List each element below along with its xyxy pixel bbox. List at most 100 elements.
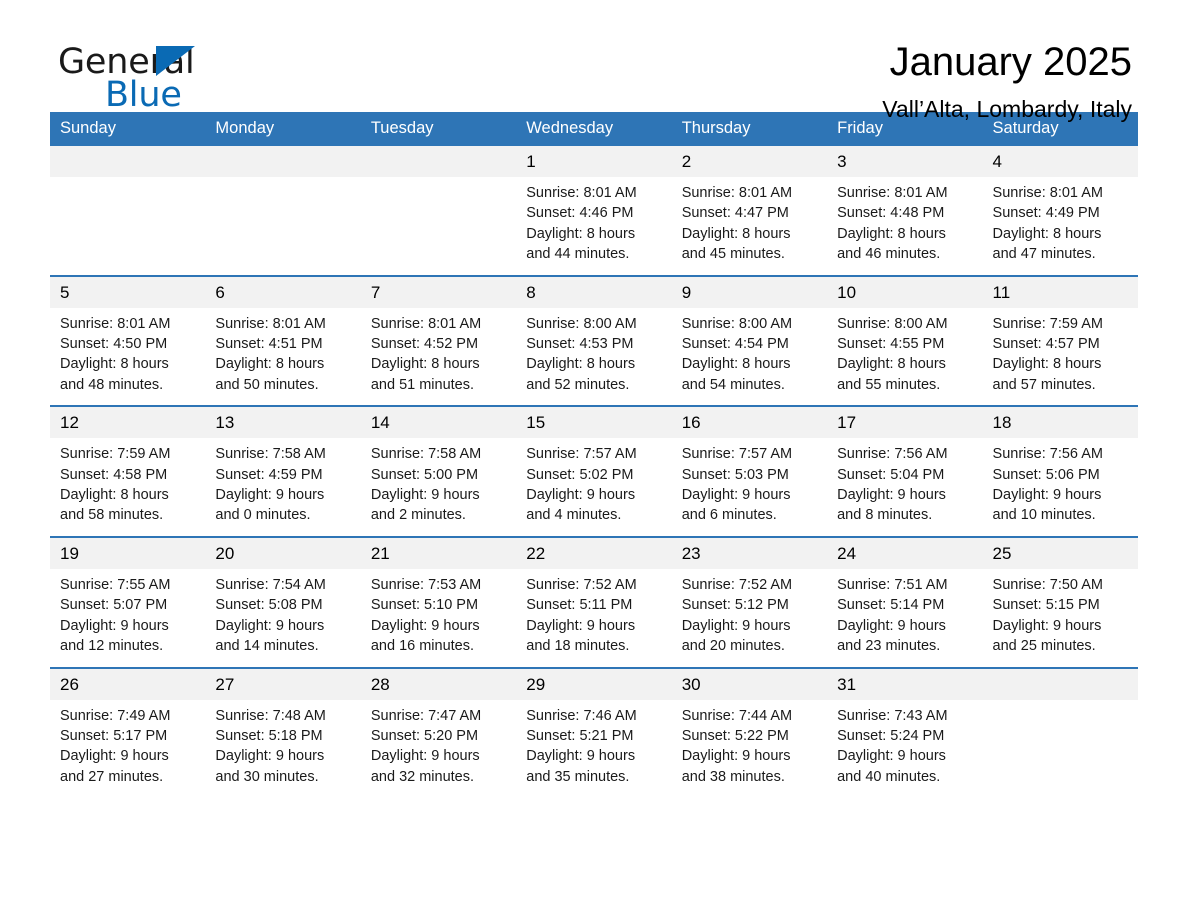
sunrise-text: Sunrise: 7:55 AM	[60, 576, 171, 593]
calendar-body: 1 Sunrise: 8:01 AM Sunset: 4:46 PM Daylight…	[50, 146, 1138, 798]
daylight-text-line2: and 12 minutes.	[60, 638, 164, 655]
calendar-page: General Blue January 2025 Vall’Alta, Lom…	[0, 0, 1188, 918]
calendar-day-cell[interactable]: 3 Sunrise: 8:01 AM Sunset: 4:48 PM Daylight…	[827, 146, 983, 276]
calendar-day-cell[interactable]: 14 Sunrise: 7:58 AM Sunset: 5:00 PM Dayligh…	[360, 405, 517, 537]
day-details: Sunrise: 7:47 AM Sunset: 5:20 PM Daylight:…	[361, 700, 516, 798]
day-details: Sunrise: 7:50 AM Sunset: 5:15 PM Daylight:…	[983, 569, 1138, 667]
logo-triangle-icon	[156, 46, 195, 76]
daylight-text-line2: and 14 minutes.	[215, 638, 319, 655]
day-number	[982, 668, 1138, 700]
day-details: Sunrise: 8:01 AM Sunset: 4:50 PM Daylight:…	[50, 308, 205, 406]
calendar-day-cell[interactable]: 18 Sunrise: 7:56 AM Sunset: 5:06 PM Dayligh…	[982, 405, 1138, 537]
calendar-day-cell[interactable]: 9 Sunrise: 8:00 AM Sunset: 4:54 PM Daylight…	[671, 274, 828, 407]
daylight-text-line1: Daylight: 8 hours	[992, 225, 1102, 242]
calendar-day-cell[interactable]: 7 Sunrise: 8:01 AM Sunset: 4:52 PM Daylight…	[360, 274, 517, 407]
day-number: 3	[827, 146, 983, 177]
day-cell-inner: 27 Sunrise: 7:48 AM Sunset: 5:18 PM Dayligh…	[205, 668, 361, 798]
daylight-text-line2: and 44 minutes.	[526, 246, 630, 263]
calendar-day-cell[interactable]: 26 Sunrise: 7:49 AM Sunset: 5:17 PM Dayligh…	[50, 666, 206, 798]
calendar-day-cell[interactable]: 30 Sunrise: 7:44 AM Sunset: 5:22 PM Dayligh…	[671, 666, 828, 798]
day-cell-inner	[50, 146, 206, 254]
sunrise-text: Sunrise: 7:56 AM	[992, 446, 1103, 463]
calendar-day-cell[interactable]: 8 Sunrise: 8:00 AM Sunset: 4:53 PM Daylight…	[516, 274, 672, 407]
calendar-day-cell[interactable]: 20 Sunrise: 7:54 AM Sunset: 5:08 PM Dayligh…	[205, 535, 361, 668]
sunrise-text: Sunrise: 7:57 AM	[681, 446, 793, 463]
day-number: 18	[982, 407, 1138, 439]
day-number	[50, 146, 206, 177]
calendar-day-cell[interactable]: 21 Sunrise: 7:53 AM Sunset: 5:10 PM Dayligh…	[360, 535, 517, 668]
calendar-day-cell-empty	[982, 666, 1138, 798]
sunset-text: Sunset: 5:22 PM	[681, 727, 789, 744]
calendar-day-cell[interactable]: 1 Sunrise: 8:01 AM Sunset: 4:46 PM Daylight…	[516, 146, 672, 276]
sunrise-text: Sunrise: 7:58 AM	[370, 446, 482, 463]
calendar-day-cell[interactable]: 2 Sunrise: 8:01 AM Sunset: 4:47 PM Daylight…	[671, 146, 828, 276]
daylight-text-line2: and 8 minutes.	[837, 507, 933, 524]
calendar-day-cell[interactable]: 4 Sunrise: 8:01 AM Sunset: 4:49 PM Daylight…	[982, 146, 1138, 276]
daylight-text-line2: and 16 minutes.	[370, 638, 475, 655]
calendar-day-cell[interactable]: 24 Sunrise: 7:51 AM Sunset: 5:14 PM Dayligh…	[827, 535, 983, 668]
general-blue-logo[interactable]: General Blue	[58, 42, 258, 115]
sunrise-text: Sunrise: 7:47 AM	[370, 707, 482, 724]
daylight-text-line2: and 52 minutes.	[526, 376, 630, 393]
day-details: Sunrise: 7:49 AM Sunset: 5:17 PM Daylight:…	[50, 700, 205, 798]
calendar-day-cell-empty	[360, 146, 517, 276]
sunset-text: Sunset: 5:21 PM	[526, 727, 634, 744]
daylight-text-line1: Daylight: 9 hours	[681, 487, 791, 504]
page-header: General Blue January 2025 Vall’Alta, Lom…	[50, 0, 1138, 122]
calendar-day-cell[interactable]: 27 Sunrise: 7:48 AM Sunset: 5:18 PM Dayligh…	[205, 666, 361, 798]
sunset-text: Sunset: 5:12 PM	[681, 597, 789, 614]
calendar-day-cell[interactable]: 25 Sunrise: 7:50 AM Sunset: 5:15 PM Dayligh…	[982, 535, 1138, 668]
daylight-text-line2: and 54 minutes.	[681, 376, 785, 393]
calendar-day-cell[interactable]: 23 Sunrise: 7:52 AM Sunset: 5:12 PM Dayligh…	[671, 535, 828, 668]
sunset-text: Sunset: 5:15 PM	[992, 597, 1100, 614]
sunset-text: Sunset: 5:24 PM	[837, 727, 945, 744]
daylight-text-line1: Daylight: 8 hours	[215, 356, 325, 373]
calendar-day-cell[interactable]: 16 Sunrise: 7:57 AM Sunset: 5:03 PM Dayligh…	[671, 405, 828, 537]
calendar-day-cell[interactable]: 12 Sunrise: 7:59 AM Sunset: 4:58 PM Dayligh…	[50, 405, 206, 537]
day-details: Sunrise: 8:00 AM Sunset: 4:55 PM Daylight:…	[827, 308, 982, 406]
calendar-day-cell[interactable]: 11 Sunrise: 7:59 AM Sunset: 4:57 PM Dayligh…	[982, 274, 1138, 407]
sunrise-text: Sunrise: 7:50 AM	[992, 576, 1103, 593]
day-cell-inner: 17 Sunrise: 7:56 AM Sunset: 5:04 PM Dayligh…	[827, 407, 983, 536]
day-cell-inner: 3 Sunrise: 8:01 AM Sunset: 4:48 PM Daylight…	[827, 146, 983, 275]
calendar-day-cell[interactable]: 13 Sunrise: 7:58 AM Sunset: 4:59 PM Dayligh…	[205, 405, 361, 537]
day-cell-inner: 5 Sunrise: 8:01 AM Sunset: 4:50 PM Daylight…	[50, 276, 206, 406]
daylight-text-line2: and 2 minutes.	[370, 507, 466, 524]
sunrise-text: Sunrise: 7:52 AM	[681, 576, 793, 593]
day-cell-inner	[205, 146, 361, 254]
day-cell-inner: 16 Sunrise: 7:57 AM Sunset: 5:03 PM Dayligh…	[671, 407, 828, 536]
daylight-text-line2: and 30 minutes.	[215, 768, 319, 785]
day-number: 28	[360, 668, 517, 700]
daylight-text-line2: and 48 minutes.	[60, 376, 164, 393]
day-cell-inner: 8 Sunrise: 8:00 AM Sunset: 4:53 PM Daylight…	[516, 276, 672, 406]
calendar-day-cell[interactable]: 28 Sunrise: 7:47 AM Sunset: 5:20 PM Dayligh…	[360, 666, 517, 798]
sunrise-text: Sunrise: 7:59 AM	[992, 315, 1103, 332]
calendar-day-cell[interactable]: 5 Sunrise: 8:01 AM Sunset: 4:50 PM Daylight…	[50, 274, 206, 407]
daylight-text-line1: Daylight: 8 hours	[60, 487, 169, 504]
daylight-text-line2: and 18 minutes.	[526, 638, 630, 655]
calendar-day-cell[interactable]: 10 Sunrise: 8:00 AM Sunset: 4:55 PM Dayligh…	[827, 274, 983, 407]
calendar-day-cell[interactable]: 19 Sunrise: 7:55 AM Sunset: 5:07 PM Dayligh…	[50, 535, 206, 668]
daylight-text-line1: Daylight: 8 hours	[837, 356, 946, 373]
day-cell-inner: 30 Sunrise: 7:44 AM Sunset: 5:22 PM Dayligh…	[671, 668, 828, 798]
day-details: Sunrise: 7:59 AM Sunset: 4:58 PM Daylight:…	[50, 438, 205, 536]
day-details: Sunrise: 8:01 AM Sunset: 4:52 PM Daylight:…	[361, 308, 516, 406]
day-details: Sunrise: 7:57 AM Sunset: 5:03 PM Daylight:…	[672, 438, 827, 536]
day-cell-inner: 25 Sunrise: 7:50 AM Sunset: 5:15 PM Dayligh…	[982, 537, 1138, 667]
calendar-day-cell[interactable]: 22 Sunrise: 7:52 AM Sunset: 5:11 PM Dayligh…	[516, 535, 672, 668]
day-cell-inner: 28 Sunrise: 7:47 AM Sunset: 5:20 PM Dayligh…	[360, 668, 517, 798]
calendar-day-cell[interactable]: 29 Sunrise: 7:46 AM Sunset: 5:21 PM Dayligh…	[516, 666, 672, 798]
calendar-day-cell[interactable]: 15 Sunrise: 7:57 AM Sunset: 5:02 PM Dayligh…	[516, 405, 672, 537]
day-number: 29	[516, 668, 672, 700]
daylight-text-line2: and 6 minutes.	[681, 507, 777, 524]
daylight-text-line1: Daylight: 8 hours	[837, 225, 946, 242]
daylight-text-line1: Daylight: 8 hours	[992, 356, 1102, 373]
sunset-text: Sunset: 5:04 PM	[837, 466, 945, 483]
calendar-day-cell[interactable]: 31 Sunrise: 7:43 AM Sunset: 5:24 PM Dayligh…	[827, 666, 983, 798]
daylight-text-line2: and 45 minutes.	[681, 246, 785, 263]
sunset-text: Sunset: 4:59 PM	[215, 466, 323, 483]
sunrise-text: Sunrise: 7:54 AM	[215, 576, 326, 593]
calendar-day-cell[interactable]: 17 Sunrise: 7:56 AM Sunset: 5:04 PM Dayligh…	[827, 405, 983, 537]
sunrise-text: Sunrise: 8:00 AM	[837, 315, 948, 332]
calendar-day-cell[interactable]: 6 Sunrise: 8:01 AM Sunset: 4:51 PM Daylight…	[205, 274, 361, 407]
